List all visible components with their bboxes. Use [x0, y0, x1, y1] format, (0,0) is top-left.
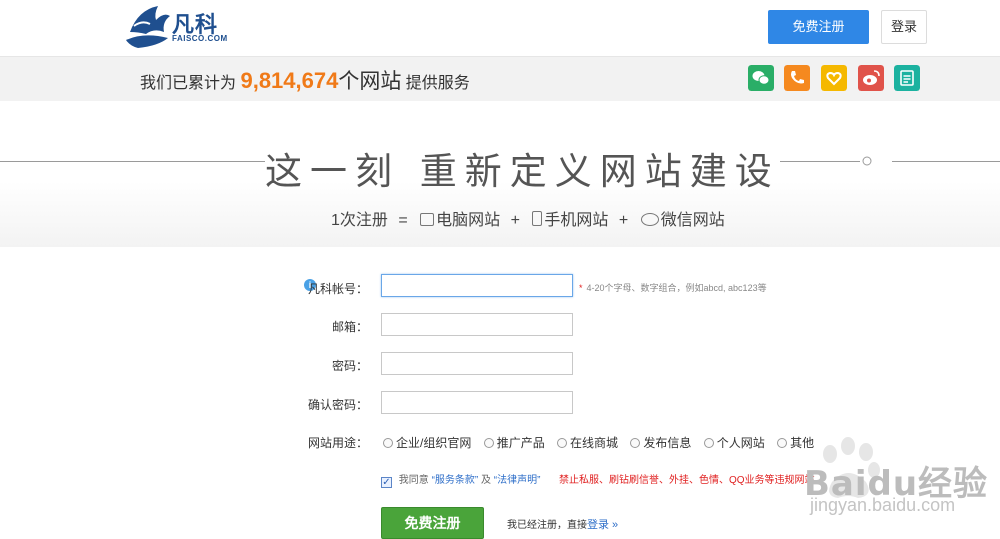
already-text: 我已经注册，直接 — [507, 520, 587, 531]
purpose-option-publish[interactable]: 发布信息 — [630, 434, 691, 451]
account-label: 凡科帐号： — [307, 282, 368, 296]
submit-register-button[interactable]: 免费注册 — [381, 507, 484, 539]
radio-icon[interactable] — [483, 438, 494, 448]
login-link[interactable]: 登录 » — [587, 519, 618, 531]
formula-wechat: 微信网站 — [660, 212, 725, 229]
formula-mobile: 手机网站 — [544, 212, 609, 229]
weibo-icon[interactable] — [858, 65, 884, 91]
formula-lead: 1次注册 — [331, 212, 388, 229]
purpose-option-label: 推广产品 — [496, 436, 545, 450]
account-input[interactable] — [381, 274, 573, 297]
phone-icon[interactable] — [784, 65, 810, 91]
purpose-option-promote[interactable]: 推广产品 — [483, 434, 545, 451]
register-formula: 1次注册 = 电脑网站 + 手机网站 + 微信网站 — [331, 206, 725, 230]
purpose-option-corporate[interactable]: 企业/组织官网 — [383, 434, 471, 451]
stats-bar: 我们已累计为 9,814,674个网站 提供服务 — [0, 57, 1000, 101]
formula-plus-2: + — [618, 212, 629, 229]
confirm-password-label: 确认密码： — [307, 398, 368, 412]
required-star: * — [579, 283, 583, 293]
purpose-radio-group: 企业/组织官网 推广产品 在线商城 发布信息 个人网站 其他 — [383, 434, 823, 451]
stats-unit: 个网站 — [338, 70, 402, 93]
note-icon[interactable] — [894, 65, 920, 91]
heart-icon[interactable] — [821, 65, 847, 91]
agree-prefix: 我同意 — [398, 475, 429, 486]
purpose-option-label: 企业/组织官网 — [396, 436, 472, 450]
slogan-line-left — [0, 161, 265, 162]
statement-link[interactable]: “法律声明” — [494, 475, 541, 486]
brand-domain: FAISCO.COM — [172, 34, 228, 43]
slogan-end-icon — [862, 156, 872, 166]
radio-icon[interactable] — [703, 438, 714, 448]
already-registered: 我已经注册，直接登录 » — [507, 516, 618, 532]
watermark-url: jingyan.baidu.com — [810, 495, 956, 515]
slogan-title: 这一刻 重新定义网站建设 — [265, 150, 780, 193]
register-button-top[interactable]: 免费注册 — [768, 10, 869, 44]
slogan-banner: 这一刻 重新定义网站建设 1次注册 = 电脑网站 + 手机网站 + 微信网站 — [0, 101, 1000, 247]
wechat-icon[interactable] — [748, 65, 774, 91]
purpose-option-personal[interactable]: 个人网站 — [703, 434, 765, 451]
purpose-option-shop[interactable]: 在线商城 — [557, 434, 618, 451]
wechat-small-icon — [640, 213, 659, 226]
slogan-line-far-right — [892, 161, 1000, 162]
top-header: 凡科 FAISCO.COM 免费注册 登录 — [0, 0, 1000, 57]
confirm-password-input[interactable] — [381, 391, 573, 414]
login-button-top[interactable]: 登录 — [881, 10, 927, 44]
stats-text: 我们已累计为 9,814,674个网站 提供服务 — [140, 65, 470, 95]
email-label: 邮箱： — [331, 320, 368, 334]
email-input[interactable] — [381, 313, 573, 336]
purpose-option-label: 发布信息 — [643, 436, 692, 450]
radio-icon[interactable] — [630, 438, 641, 448]
agree-checkbox[interactable]: ✓ — [381, 477, 392, 488]
purpose-option-label: 个人网站 — [716, 436, 765, 450]
password-input[interactable] — [381, 352, 573, 375]
password-label: 密码： — [331, 359, 368, 373]
mobile-icon — [532, 211, 543, 226]
stats-suffix: 提供服务 — [405, 75, 470, 92]
agree-row: ✓ 我同意 “服务条款” 及 “法律声明” — [381, 471, 540, 488]
radio-icon[interactable] — [557, 438, 568, 448]
stats-count: 9,814,674 — [240, 68, 339, 93]
terms-link[interactable]: “服务条款” — [432, 475, 479, 486]
account-hint: * 4-20个字母、数字组合，例如abcd, abc123等 — [579, 281, 767, 294]
purpose-label: 网站用途： — [307, 436, 368, 450]
stats-prefix: 我们已累计为 — [140, 75, 237, 92]
agree-and: 及 — [481, 475, 492, 486]
formula-plus-1: + — [510, 212, 520, 229]
radio-icon[interactable] — [383, 438, 393, 448]
monitor-icon — [420, 213, 435, 226]
formula-pc: 电脑网站 — [436, 212, 501, 229]
slogan-line-right — [780, 161, 860, 162]
formula-equals: = — [398, 212, 408, 229]
purpose-option-label: 在线商城 — [570, 436, 619, 450]
account-hint-text: 4-20个字母、数字组合，例如abcd, abc123等 — [586, 283, 767, 293]
